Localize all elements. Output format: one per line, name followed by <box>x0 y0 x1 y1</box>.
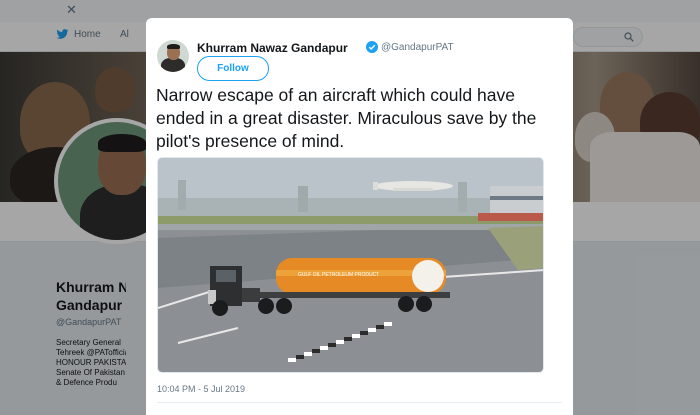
tweet-author-avatar[interactable] <box>157 40 189 72</box>
tweet-media-image[interactable]: GULF OIL PETROLEUM PRODUCT <box>157 157 544 373</box>
tanker-lettering: GULF OIL PETROLEUM PRODUCT <box>298 272 379 278</box>
follow-button[interactable]: Follow <box>197 56 269 81</box>
tweet-author-handle[interactable]: @GandapurPAT <box>381 42 454 53</box>
tweet-author-name[interactable]: Khurram Nawaz Gandapur <box>197 41 348 55</box>
tweet-modal: Khurram Nawaz Gandapur @GandapurPAT Foll… <box>146 18 573 415</box>
verified-badge-icon <box>366 41 378 53</box>
tweet-timestamp[interactable]: 10:04 PM - 5 Jul 2019 <box>157 384 245 394</box>
runway-scene: GULF OIL PETROLEUM PRODUCT <box>158 158 543 372</box>
divider <box>157 402 562 403</box>
tweet-text: Narrow escape of an aircraft which could… <box>156 85 537 151</box>
